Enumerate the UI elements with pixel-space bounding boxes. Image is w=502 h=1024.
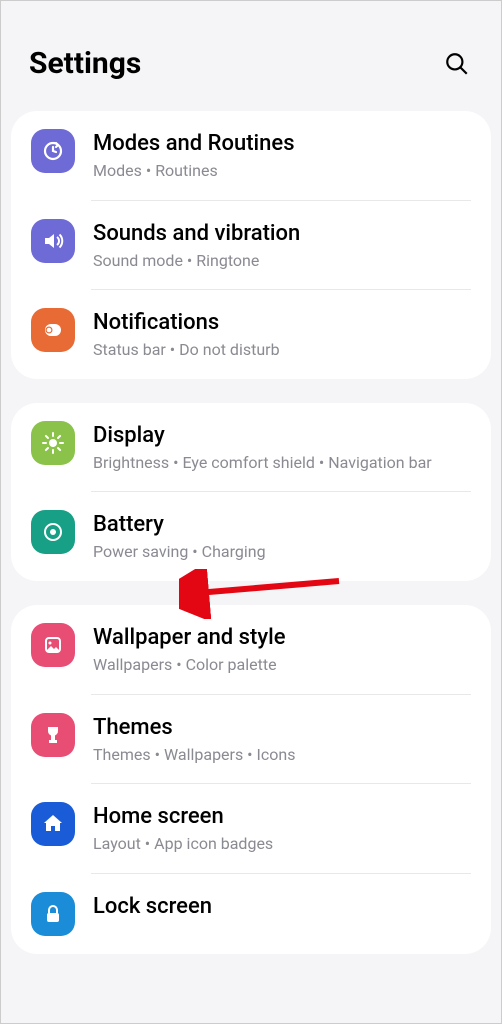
item-title: Notifications bbox=[93, 310, 471, 335]
item-text: Home screen Layout • App icon badges bbox=[93, 802, 471, 855]
settings-group: Modes and Routines Modes • Routines Soun… bbox=[11, 111, 491, 379]
item-text: Notifications Status bar • Do not distur… bbox=[93, 308, 471, 361]
settings-group: Wallpaper and style Wallpapers • Color p… bbox=[11, 605, 491, 954]
item-subtitle: Wallpapers • Color palette bbox=[93, 654, 471, 676]
settings-item-battery[interactable]: Battery Power saving • Charging bbox=[11, 492, 491, 581]
item-title: Modes and Routines bbox=[93, 131, 471, 156]
settings-item-homescreen[interactable]: Home screen Layout • App icon badges bbox=[11, 784, 491, 873]
home-icon bbox=[31, 802, 75, 846]
settings-item-display[interactable]: Display Brightness • Eye comfort shield … bbox=[11, 403, 491, 492]
item-text: Battery Power saving • Charging bbox=[93, 510, 471, 563]
item-subtitle: Sound mode • Ringtone bbox=[93, 250, 471, 272]
item-title: Lock screen bbox=[93, 894, 471, 919]
settings-item-sounds[interactable]: Sounds and vibration Sound mode • Ringto… bbox=[11, 201, 491, 290]
sound-icon bbox=[31, 219, 75, 263]
display-icon bbox=[31, 421, 75, 465]
item-subtitle: Layout • App icon badges bbox=[93, 833, 471, 855]
item-subtitle: Status bar • Do not disturb bbox=[93, 339, 471, 361]
item-title: Themes bbox=[93, 715, 471, 740]
item-title: Home screen bbox=[93, 804, 471, 829]
search-icon bbox=[444, 51, 470, 77]
modes-icon bbox=[31, 129, 75, 173]
settings-screen: Settings Modes and Routines Modes • Rout… bbox=[1, 1, 501, 1023]
item-title: Sounds and vibration bbox=[93, 221, 471, 246]
settings-item-wallpaper[interactable]: Wallpaper and style Wallpapers • Color p… bbox=[11, 605, 491, 694]
settings-item-lockscreen[interactable]: Lock screen bbox=[11, 874, 491, 954]
item-subtitle: Power saving • Charging bbox=[93, 541, 471, 563]
settings-group: Display Brightness • Eye comfort shield … bbox=[11, 403, 491, 581]
settings-item-modes[interactable]: Modes and Routines Modes • Routines bbox=[11, 111, 491, 200]
item-text: Wallpaper and style Wallpapers • Color p… bbox=[93, 623, 471, 676]
item-text: Themes Themes • Wallpapers • Icons bbox=[93, 713, 471, 766]
item-title: Wallpaper and style bbox=[93, 625, 471, 650]
item-text: Sounds and vibration Sound mode • Ringto… bbox=[93, 219, 471, 272]
settings-item-themes[interactable]: Themes Themes • Wallpapers • Icons bbox=[11, 695, 491, 784]
item-subtitle: Themes • Wallpapers • Icons bbox=[93, 744, 471, 766]
item-subtitle: Modes • Routines bbox=[93, 160, 471, 182]
lock-icon bbox=[31, 892, 75, 936]
page-title: Settings bbox=[29, 46, 141, 81]
header: Settings bbox=[1, 1, 501, 101]
search-button[interactable] bbox=[441, 48, 473, 80]
wallpaper-icon bbox=[31, 623, 75, 667]
notifications-icon bbox=[31, 308, 75, 352]
item-title: Battery bbox=[93, 512, 471, 537]
item-text: Modes and Routines Modes • Routines bbox=[93, 129, 471, 182]
item-text: Lock screen bbox=[93, 892, 471, 923]
item-text: Display Brightness • Eye comfort shield … bbox=[93, 421, 471, 474]
settings-item-notifications[interactable]: Notifications Status bar • Do not distur… bbox=[11, 290, 491, 379]
item-title: Display bbox=[93, 423, 471, 448]
battery-icon bbox=[31, 510, 75, 554]
item-subtitle: Brightness • Eye comfort shield • Naviga… bbox=[93, 452, 471, 474]
themes-icon bbox=[31, 713, 75, 757]
